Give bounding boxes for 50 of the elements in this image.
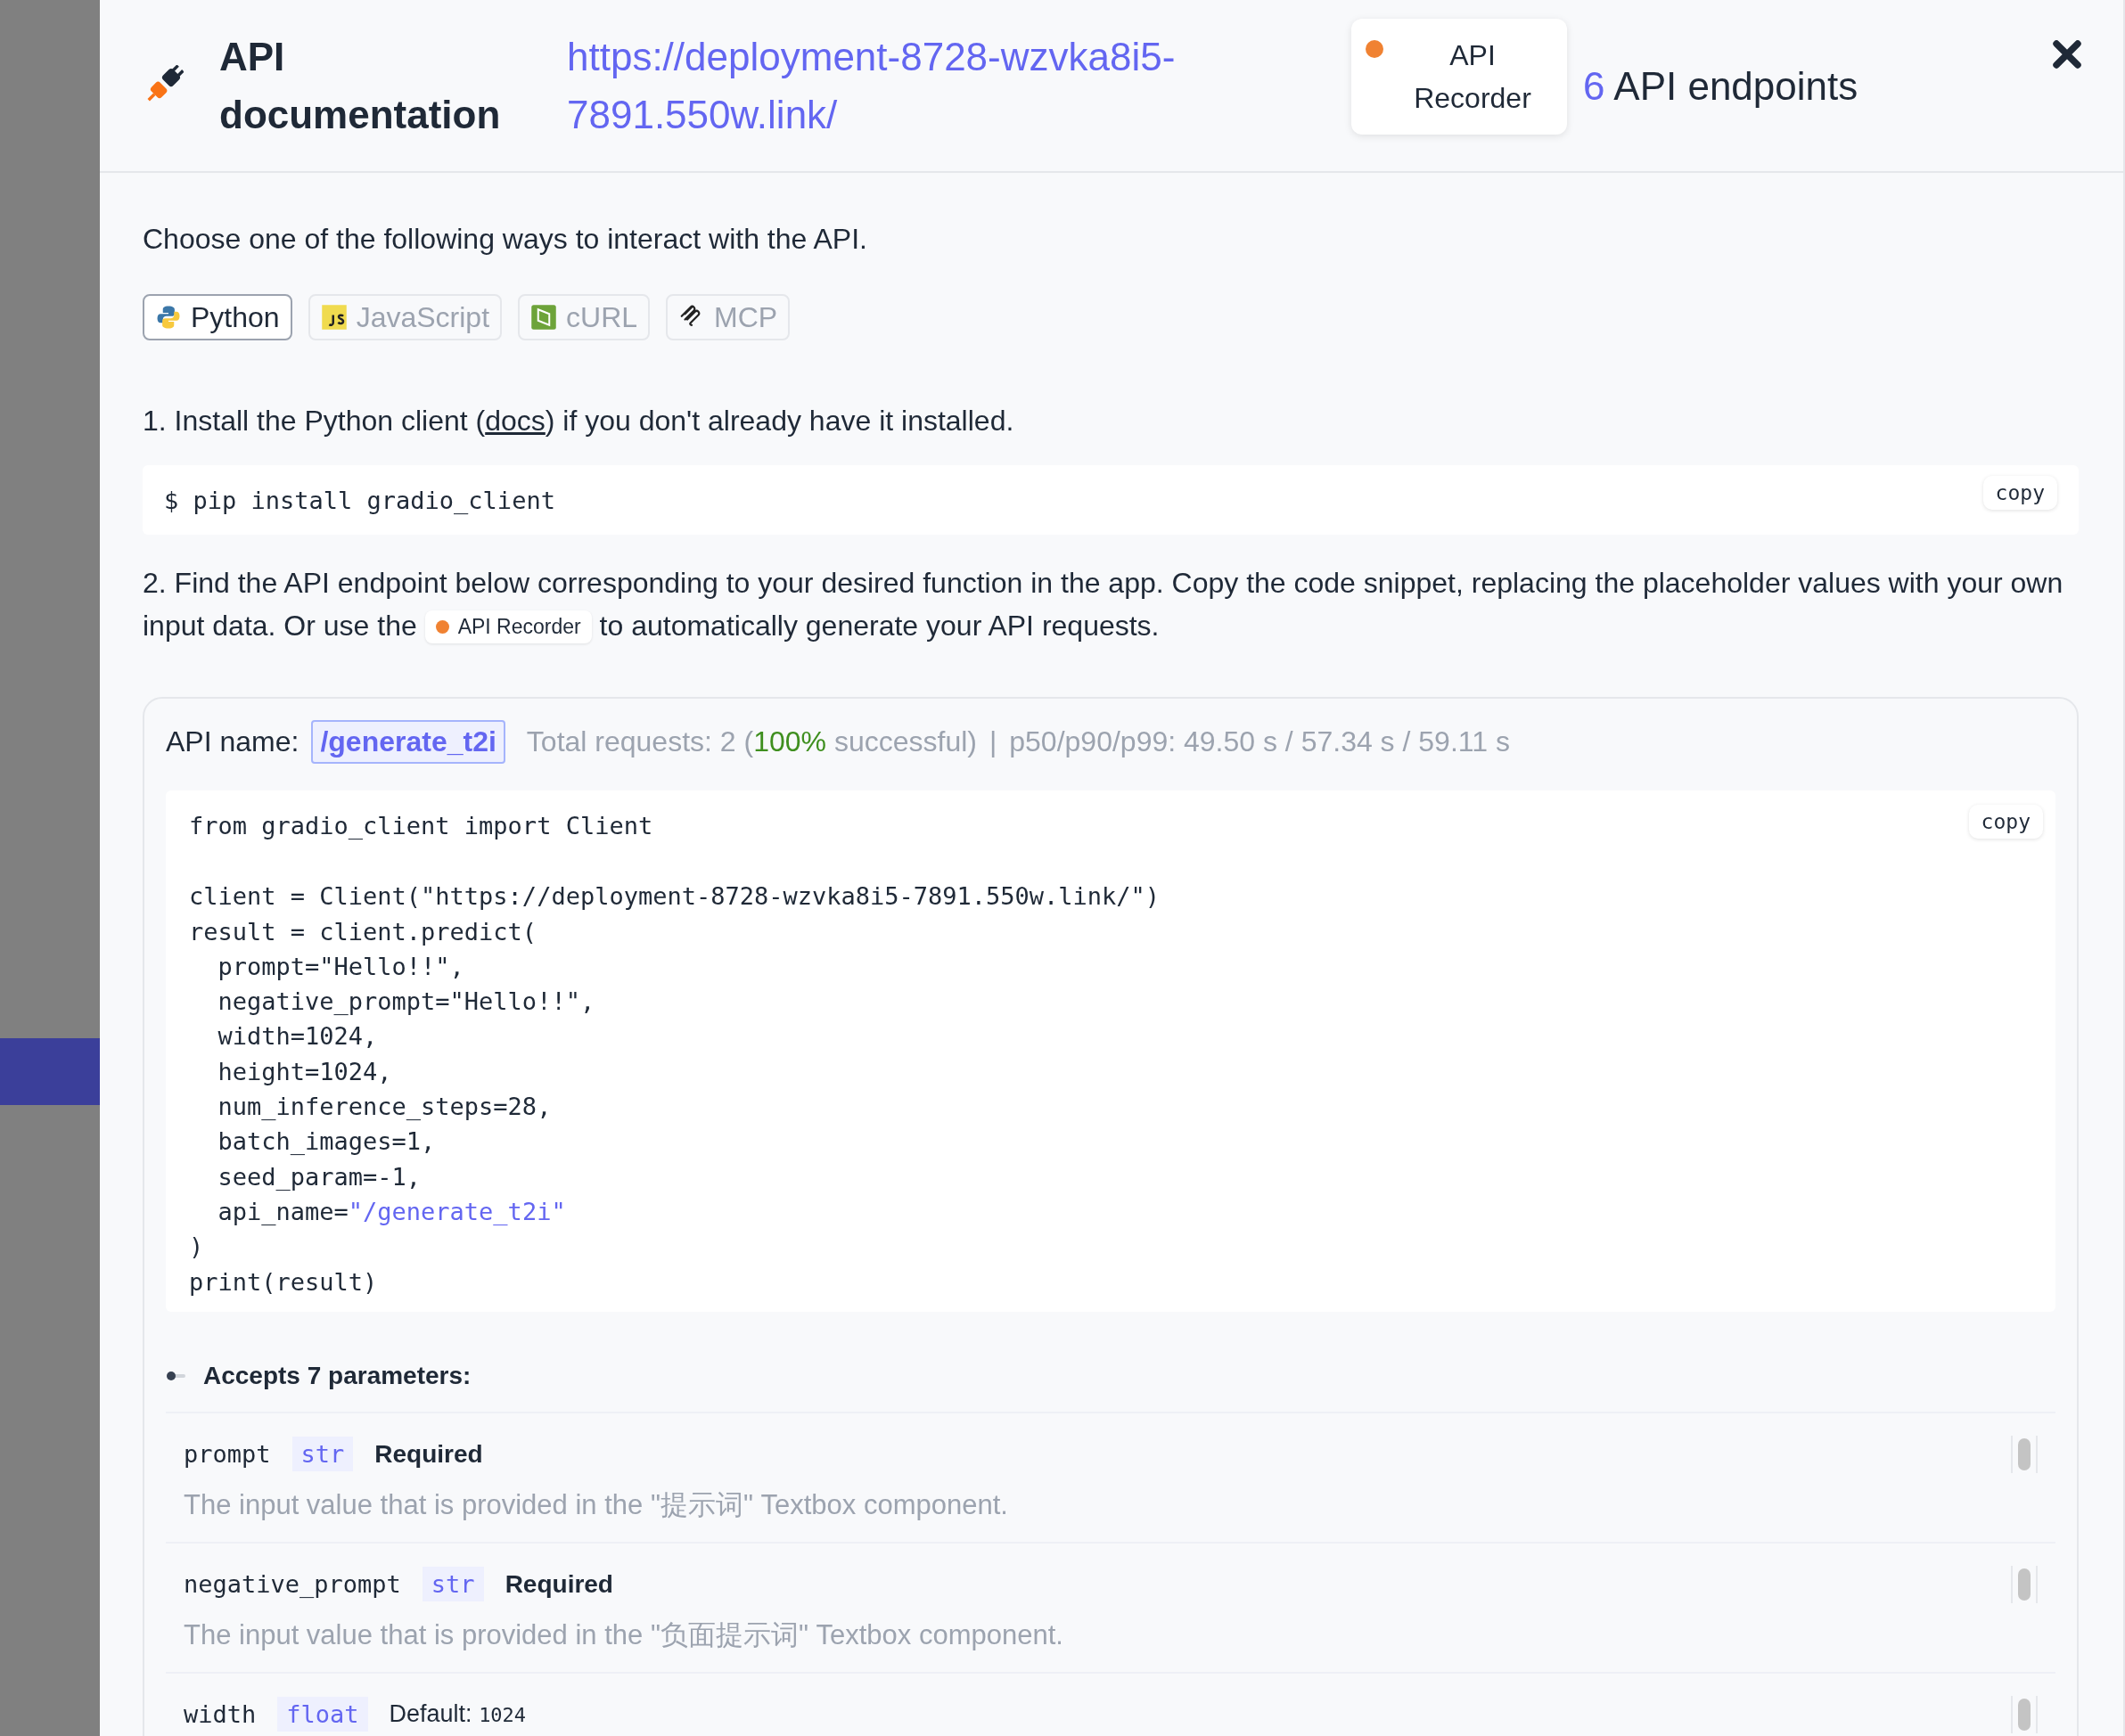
code-line: height=1024, (217, 1056, 392, 1087)
code-line: api_name="/generate_t2i" (217, 1196, 566, 1227)
handle-icon[interactable] (2011, 1695, 2038, 1733)
api-name-label: API name: (166, 725, 299, 758)
intro-text: Choose one of the following ways to interact with the API. (143, 222, 868, 257)
latency-stats: p50/p90/p99: 49.50 s / 57.34 s / 59.11 s (1009, 725, 1510, 758)
copy-button[interactable]: copy (1968, 805, 2043, 839)
parameter-type: str (291, 1437, 354, 1472)
api-name-badge: /generate_t2i (311, 720, 505, 764)
required-label: Required (374, 1439, 483, 1469)
code-line: negative_prompt="Hello!!", (217, 987, 595, 1018)
endpoint-instruction: 2. Find the API endpoint below corresponding to your desired function in the app. Copy the code snippet, replacing the placeholder values with your own input data. Or use the API Recorder to automatically generate your API requests. (143, 566, 2064, 645)
code-line: width=1024, (217, 1021, 378, 1052)
code-line: from gradio_client import Client (189, 811, 653, 841)
parameters-heading: Accepts 7 parameters: (203, 1361, 472, 1390)
toggle-icon[interactable] (166, 1370, 187, 1381)
parameter-name: negative_prompt (184, 1570, 401, 1599)
code-line: batch_images=1, (217, 1126, 436, 1158)
docs-link[interactable]: docs (485, 405, 546, 437)
copy-button[interactable]: copy (1982, 476, 2057, 510)
api-recorder-chip[interactable]: API Recorder (424, 610, 592, 643)
parameter-name: width (184, 1700, 257, 1729)
url-link[interactable]: https://deployment-8728-wzvka8i5-7891.550w.link/ (567, 28, 1191, 143)
parameter-type: float (277, 1697, 368, 1732)
endpoint-count: 6 API endpoints (1583, 62, 1859, 110)
install-command: $ pip install gradio_client (164, 486, 555, 514)
handle-icon[interactable] (2011, 1435, 2038, 1473)
parameter-type: str (422, 1567, 484, 1602)
request-stats: Total requests: 2 (100% successful) (526, 725, 977, 758)
code-line: num_inference_steps=28, (217, 1092, 552, 1123)
parameter-description: The input value that is provided in the "提示词" Textbox component. (184, 1487, 1009, 1522)
code-line: seed_param=-1, (217, 1161, 422, 1192)
handle-icon[interactable] (2011, 1565, 2038, 1603)
separator-text: | (989, 725, 997, 758)
parameter-description: The input value that is provided in the "负面提示词" Textbox component. (184, 1617, 1064, 1652)
parameter-name: prompt (184, 1440, 271, 1469)
code-line: client = Client("https://deployment-8728-wzvka8i5-7891.550w.link/") (189, 881, 1161, 913)
api-recorder-button[interactable]: API Recorder (1351, 19, 1567, 135)
terminal-icon (530, 304, 557, 331)
js-icon (320, 304, 348, 331)
install-instruction: 1. Install the Python client (docs) if you don't already have it installed. (143, 404, 1015, 438)
language-tab[interactable]: Python (143, 294, 292, 340)
default-value: Default: 1024 (389, 1700, 527, 1729)
code-line: ) (189, 1232, 204, 1263)
code-line: print(result) (189, 1266, 378, 1298)
python-icon (155, 304, 182, 331)
required-label: Required (505, 1569, 613, 1599)
code-line: result = client.predict( (189, 916, 537, 947)
code-line: prompt="Hello!!", (217, 951, 464, 982)
dialog-title: API documentation (219, 34, 502, 138)
